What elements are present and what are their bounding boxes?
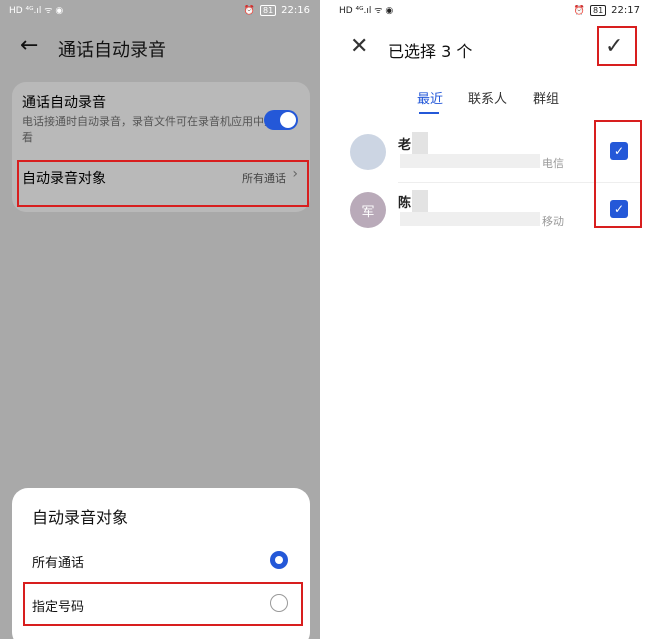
record-target-value: 所有通话	[242, 172, 286, 185]
contact-checkbox[interactable]: ✓	[610, 200, 628, 218]
option-specific-numbers[interactable]: 指定号码	[32, 596, 84, 615]
alarm-icon: ⏰	[573, 5, 585, 16]
tab-recent[interactable]: 最近	[417, 88, 443, 107]
status-icons-right: ⏰ 81 22:17	[574, 5, 640, 16]
status-icons-left: HD ⁴ᴳ.ıl ᯤ ◉	[339, 6, 393, 16]
auto-record-title: 通话自动录音	[22, 95, 106, 111]
status-time: 22:16	[281, 5, 310, 16]
name-blur	[412, 190, 428, 212]
signal-icon: HD ⁴ᴳ.ıl ᯤ ◉	[9, 6, 64, 16]
radio-specific-numbers[interactable]	[270, 594, 288, 612]
sheet-title: 自动录音对象	[32, 508, 129, 527]
signal-icon: HD ⁴ᴳ.ıl ᯤ ◉	[339, 6, 394, 16]
contact-checkbox[interactable]: ✓	[610, 142, 628, 160]
avatar	[350, 134, 386, 170]
left-screen: HD ⁴ᴳ.ıl ᯤ ◉ ⏰ 81 22:16 ← 通话自动录音 通话自动录音 …	[0, 0, 320, 639]
status-bar: HD ⁴ᴳ.ıl ᯤ ◉ ⏰ 81 22:16	[0, 0, 320, 24]
back-arrow-icon[interactable]: ←	[20, 34, 38, 58]
chevron-right-icon: ›	[292, 166, 298, 182]
name-blur	[412, 132, 428, 154]
page-title: 通话自动录音	[58, 40, 166, 61]
auto-record-description: 电话接通时自动录音，录音文件可在录音机应用中查看	[22, 115, 275, 144]
contact-name: 陈	[398, 196, 412, 211]
divider	[22, 160, 300, 161]
avatar-initial: 军	[361, 204, 375, 220]
status-icons-left: HD ⁴ᴳ.ıl ᯤ ◉	[9, 6, 63, 16]
list-item[interactable]: 老 电信 ✓	[330, 130, 650, 186]
avatar: 军	[350, 192, 386, 228]
divider	[398, 182, 640, 183]
contact-carrier: 电信	[542, 157, 564, 170]
right-screen: HD ⁴ᴳ.ıl ᯤ ◉ ⏰ 81 22:17 ✕ 已选择 3 个 ✓ 最近 联…	[330, 0, 650, 639]
contact-name: 老	[398, 138, 412, 153]
tab-groups[interactable]: 群组	[533, 88, 559, 107]
active-tab-indicator	[419, 112, 439, 114]
option-all-calls[interactable]: 所有通话	[32, 552, 84, 571]
status-time: 22:17	[611, 5, 640, 16]
tab-contacts[interactable]: 联系人	[468, 88, 507, 107]
selection-title: 已选择 3 个	[388, 42, 473, 61]
number-blur	[400, 154, 540, 168]
contact-carrier: 移动	[542, 215, 564, 228]
status-bar: HD ⁴ᴳ.ıl ᯤ ◉ ⏰ 81 22:17	[330, 0, 650, 24]
auto-record-toggle[interactable]	[264, 110, 298, 130]
radio-all-calls[interactable]	[270, 551, 288, 569]
tab-bar: 最近 联系人 群组	[330, 88, 650, 118]
battery-icon: 81	[589, 5, 607, 16]
app-bar: ← 通话自动录音	[0, 28, 320, 68]
status-icons-right: ⏰ 81 22:16	[244, 5, 310, 16]
battery-icon: 81	[259, 5, 277, 16]
bottom-sheet: 自动录音对象 所有通话 指定号码	[12, 488, 310, 639]
record-target-row[interactable]: 自动录音对象	[22, 168, 106, 188]
alarm-icon: ⏰	[243, 5, 255, 16]
number-blur	[400, 212, 540, 226]
settings-card: 通话自动录音 电话接通时自动录音，录音文件可在录音机应用中查看 自动录音对象 所…	[12, 82, 310, 212]
close-icon[interactable]: ✕	[350, 36, 368, 58]
toggle-knob	[280, 112, 296, 128]
check-icon[interactable]: ✓	[605, 36, 623, 58]
list-item[interactable]: 军 陈 移动 ✓	[330, 188, 650, 244]
